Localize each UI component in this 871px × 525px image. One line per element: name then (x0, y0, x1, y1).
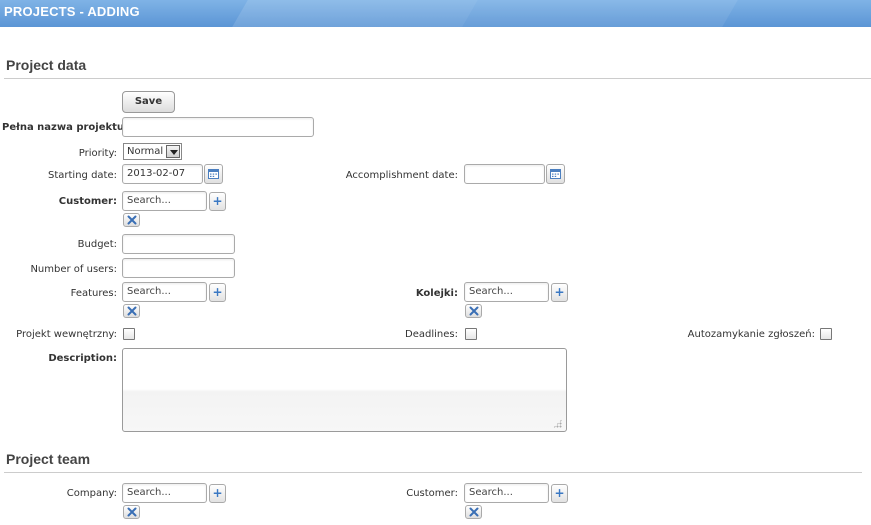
full-name-label: Pełna nazwa projektu: (2, 122, 129, 133)
customer-clear-button[interactable] (123, 213, 140, 227)
features-label: Features: (70, 288, 117, 299)
features-clear-button[interactable] (123, 304, 140, 318)
internal-project-checkbox[interactable] (123, 328, 135, 340)
number-of-users-input[interactable] (122, 258, 235, 278)
header-decoration (232, 0, 478, 27)
close-icon (127, 306, 136, 316)
page-header: PROJECTS - ADDING (0, 0, 871, 27)
kolejki-search-input[interactable]: Search... (464, 282, 549, 302)
team-customer-label: Customer: (406, 488, 458, 499)
close-icon (469, 507, 478, 517)
kolejki-add-button[interactable]: + (551, 283, 568, 302)
kolejki-label: Kolejki: (415, 288, 458, 299)
plus-icon: + (554, 486, 565, 500)
customer-label: Customer: (58, 196, 117, 207)
auto-close-checkbox[interactable] (820, 328, 832, 340)
page-title: PROJECTS - ADDING (4, 4, 140, 19)
budget-input[interactable] (122, 234, 235, 254)
resize-grip-icon[interactable] (553, 419, 562, 428)
deadlines-label: Deadlines: (405, 329, 458, 340)
customer-search-input[interactable]: Search... (122, 191, 207, 211)
close-icon (127, 215, 136, 225)
chevron-down-icon (166, 145, 180, 158)
accomplishment-date-input[interactable] (464, 164, 545, 184)
description-label: Description: (48, 353, 117, 364)
close-icon (127, 507, 136, 517)
kolejki-clear-button[interactable] (465, 304, 482, 318)
number-of-users-label: Number of users: (30, 264, 117, 275)
save-button[interactable]: Save (122, 91, 175, 113)
section-title-project-team: Project team (6, 451, 91, 467)
priority-select[interactable]: Normal (123, 143, 182, 160)
starting-date-label: Starting date: (48, 170, 117, 181)
accomplishment-date-calendar-button[interactable] (546, 164, 565, 184)
full-name-input[interactable] (122, 117, 314, 137)
section-divider (4, 78, 871, 79)
section-title-project-data: Project data (6, 57, 87, 73)
plus-icon: + (554, 285, 565, 299)
section-divider (4, 472, 862, 473)
plus-icon: + (212, 194, 223, 208)
company-clear-button[interactable] (123, 505, 140, 519)
internal-project-label: Projekt wewnętrzny: (16, 329, 117, 340)
team-customer-search-input[interactable]: Search... (464, 483, 549, 503)
description-textarea[interactable] (122, 348, 567, 432)
budget-label: Budget: (77, 239, 117, 250)
priority-label: Priority: (78, 148, 117, 159)
customer-add-button[interactable]: + (209, 192, 226, 211)
close-icon (469, 306, 478, 316)
auto-close-label: Autozamykanie zgłoszeń: (687, 329, 815, 340)
accomplishment-date-label: Accomplishment date: (345, 170, 458, 181)
company-label: Company: (66, 488, 117, 499)
deadlines-checkbox[interactable] (465, 328, 477, 340)
team-customer-clear-button[interactable] (465, 505, 482, 519)
header-decoration (462, 0, 738, 27)
calendar-icon (550, 169, 561, 179)
priority-selected-value: Normal (127, 146, 164, 157)
team-customer-add-button[interactable]: + (551, 484, 568, 503)
